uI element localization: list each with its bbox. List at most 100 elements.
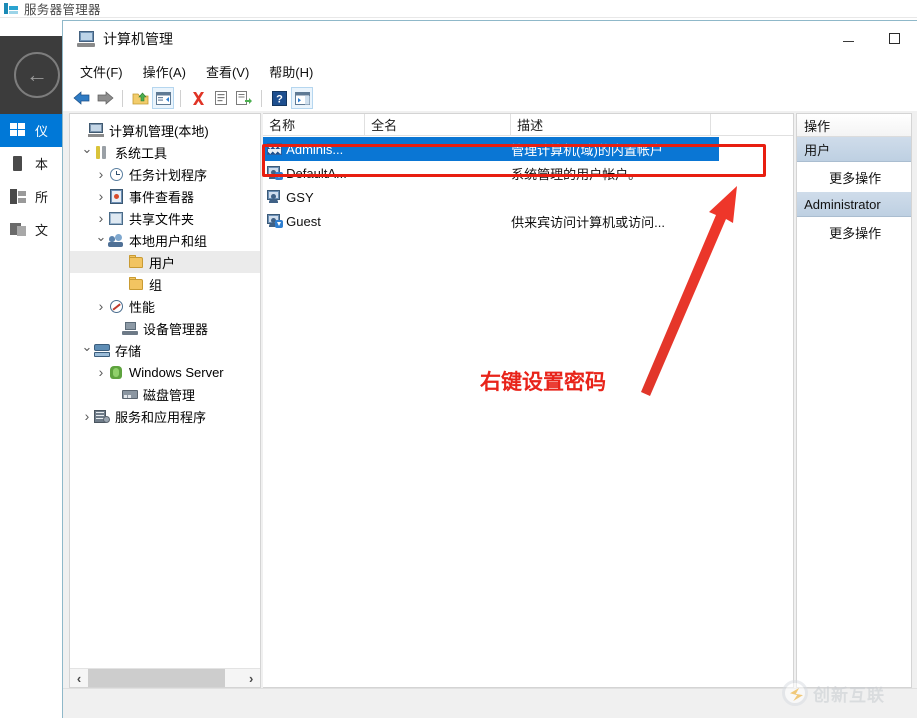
menu-help[interactable]: 帮助(H) xyxy=(260,58,322,85)
task-scheduler-icon xyxy=(108,167,125,182)
shared-folders-icon xyxy=(108,211,125,226)
system-tools-icon xyxy=(94,145,111,160)
user-full-name-cell xyxy=(365,161,511,185)
sidebar-item-local-server[interactable]: 本 xyxy=(0,147,62,180)
table-row[interactable]: Guest 供来宾访问计算机或访问... xyxy=(263,209,793,233)
minimize-icon xyxy=(842,41,854,42)
actions-group-users-label: 用户 xyxy=(804,142,831,158)
chevron-right-icon[interactable] xyxy=(94,211,108,226)
toolbar-forward-button[interactable] xyxy=(94,87,116,109)
tree-item-system-tools-label: 系统工具 xyxy=(115,145,168,161)
column-header-name[interactable]: 名称 xyxy=(263,114,366,135)
tree-item-shared-folders[interactable]: 共享文件夹 xyxy=(70,207,260,229)
tree-item-groups-label: 组 xyxy=(149,277,163,293)
table-row[interactable]: DefaultA... 系统管理的用户帐户。 xyxy=(263,161,793,185)
disk-management-icon xyxy=(122,387,139,402)
tree-item-storage[interactable]: 存储 xyxy=(70,339,260,361)
toolbar-up-folder-button[interactable] xyxy=(129,87,151,109)
user-name-cell[interactable]: Guest xyxy=(263,209,365,233)
chevron-right-icon[interactable]: › xyxy=(242,669,260,688)
user-name-cell[interactable]: GSY xyxy=(263,185,365,209)
user-name-text: Adminis... xyxy=(286,141,344,157)
menu-file[interactable]: 文件(F) xyxy=(71,58,132,85)
sidebar-item-all-servers[interactable]: 所 xyxy=(0,180,62,213)
sidebar-item-dashboard[interactable]: 仪 xyxy=(0,114,62,147)
tree-item-task-scheduler[interactable]: 任务计划程序 xyxy=(70,163,260,185)
user-name-cell[interactable]: DefaultA... xyxy=(263,161,365,185)
all-servers-icon xyxy=(10,189,27,204)
tree-item-windows-server-backup[interactable]: Windows Server xyxy=(70,361,260,383)
chevron-right-icon[interactable] xyxy=(94,299,108,314)
tree-item-groups[interactable]: 组 xyxy=(70,273,260,295)
tree-item-disk-management-label: 磁盘管理 xyxy=(143,387,196,403)
toolbar-separator-3 xyxy=(261,89,262,107)
toolbar: ? xyxy=(63,85,917,111)
minimize-button[interactable] xyxy=(825,21,871,55)
tree-item-device-manager-label: 设备管理器 xyxy=(143,321,209,337)
server-manager-back-button[interactable]: ← xyxy=(0,36,62,114)
computer-management-window: 计算机管理 文件(F) 操作(A) 查看(V) 帮助(H) ? 计算机管理(本地… xyxy=(62,20,917,718)
server-manager-titlebar: 服务器管理器 xyxy=(0,0,917,18)
scrollbar-track[interactable] xyxy=(88,668,243,687)
delete-x-icon xyxy=(192,91,204,105)
table-row[interactable]: Adminis... 管理计算机(域)的内置帐户 xyxy=(263,137,793,161)
action-more-actions-users-label: 更多操作 xyxy=(829,170,882,186)
chevron-right-icon[interactable] xyxy=(94,189,108,204)
console-body: 计算机管理(本地) 系统工具 任务计划程序 事件查看器 xyxy=(69,113,912,688)
user-name-cell[interactable]: Adminis... xyxy=(263,137,366,161)
sidebar-item-file-storage-services[interactable]: 文 xyxy=(0,213,62,246)
window-controls xyxy=(825,21,917,57)
computer-management-titlebar[interactable]: 计算机管理 xyxy=(63,21,917,57)
toolbar-show-tree-button[interactable] xyxy=(152,87,174,109)
folder-icon xyxy=(128,254,145,270)
tree-item-storage-label: 存储 xyxy=(115,343,142,359)
tree-item-performance[interactable]: 性能 xyxy=(70,295,260,317)
windows-server-backup-icon xyxy=(108,365,125,380)
chevron-down-icon[interactable] xyxy=(94,233,108,247)
tree-item-services-and-applications[interactable]: 服务和应用程序 xyxy=(70,405,260,427)
chevron-down-icon[interactable] xyxy=(80,343,94,357)
column-header-description[interactable]: 描述 xyxy=(511,114,712,135)
tree-item-services-and-applications-label: 服务和应用程序 xyxy=(115,409,207,425)
toolbar-delete-button[interactable] xyxy=(187,87,209,109)
tree-item-users[interactable]: 用户 xyxy=(70,251,261,273)
column-header-extra[interactable] xyxy=(711,114,793,135)
toolbar-show-action-pane-button[interactable] xyxy=(291,87,313,109)
tree-item-system-tools[interactable]: 系统工具 xyxy=(70,141,260,163)
action-more-actions-administrator[interactable]: 更多操作 xyxy=(797,217,911,247)
tree-item-event-viewer[interactable]: 事件查看器 xyxy=(70,185,260,207)
tree-item-local-users-and-groups[interactable]: 本地用户和组 xyxy=(70,229,260,251)
menu-action[interactable]: 操作(A) xyxy=(134,58,195,85)
scrollbar-thumb[interactable] xyxy=(88,668,225,687)
toolbar-properties-button[interactable] xyxy=(210,87,232,109)
computer-icon xyxy=(88,122,105,138)
tree-item-computer-management[interactable]: 计算机管理(本地) xyxy=(70,119,260,141)
menu-view[interactable]: 查看(V) xyxy=(197,58,258,85)
maximize-icon xyxy=(888,32,900,44)
chevron-left-icon[interactable]: ‹ xyxy=(70,669,88,688)
tree-horizontal-scrollbar[interactable]: ‹ › xyxy=(70,668,261,688)
tree-item-disk-management[interactable]: 磁盘管理 xyxy=(70,383,260,405)
chevron-right-icon[interactable] xyxy=(94,365,108,380)
chevron-right-icon[interactable] xyxy=(94,167,108,182)
maximize-button[interactable] xyxy=(871,21,917,55)
table-row[interactable]: GSY xyxy=(263,185,793,209)
toolbar-help-button[interactable]: ? xyxy=(268,87,290,109)
user-name-text: DefaultA... xyxy=(286,165,347,181)
column-header-full-name[interactable]: 全名 xyxy=(365,114,512,135)
actions-group-administrator[interactable]: Administrator xyxy=(797,192,911,217)
back-arrow-glyph: ← xyxy=(26,62,48,87)
toolbar-back-button[interactable] xyxy=(71,87,93,109)
toolbar-separator-1 xyxy=(122,89,123,107)
actions-group-users[interactable]: 用户 xyxy=(797,137,911,162)
chevron-right-icon[interactable] xyxy=(80,409,94,424)
user-description-cell: 管理计算机(域)的内置帐户 xyxy=(511,137,720,161)
local-server-icon xyxy=(10,156,27,171)
user-description-cell: 供来宾访问计算机或访问... xyxy=(511,214,666,230)
action-more-actions-users[interactable]: 更多操作 xyxy=(797,162,911,192)
tree-item-device-manager[interactable]: 设备管理器 xyxy=(70,317,260,339)
user-full-name-cell xyxy=(365,137,512,161)
toolbar-export-list-button[interactable] xyxy=(233,87,255,109)
chevron-down-icon[interactable] xyxy=(80,145,94,159)
event-viewer-icon xyxy=(108,188,125,204)
